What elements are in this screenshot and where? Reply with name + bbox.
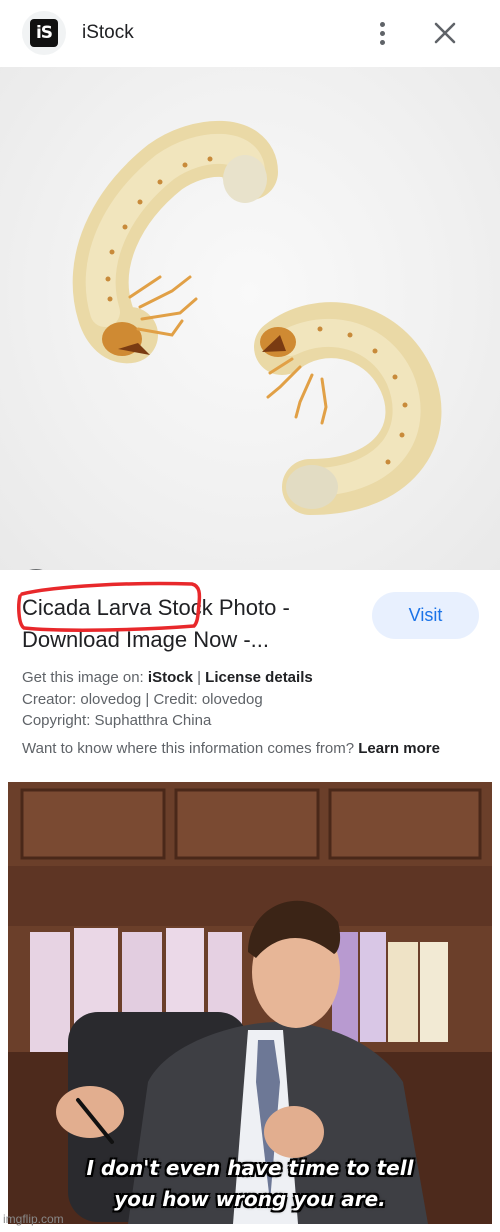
- red-highlight-annotation: [17, 581, 202, 632]
- istock-logo: iS: [22, 11, 66, 55]
- result-image[interactable]: [0, 67, 500, 570]
- istock-logo-mark: iS: [30, 19, 58, 47]
- meme-caption-line1: I don't even have time to tell: [86, 1156, 414, 1180]
- info-source-line: Want to know where this information come…: [22, 738, 440, 760]
- source-line: Get this image on: iStock | License deta…: [22, 667, 440, 689]
- image-viewer-header: iS iStock: [0, 0, 500, 66]
- close-icon[interactable]: [432, 20, 458, 46]
- image-metadata: Get this image on: iStock | License deta…: [22, 667, 440, 759]
- learn-more-link[interactable]: Learn more: [358, 740, 440, 757]
- source-link[interactable]: iStock: [148, 669, 193, 686]
- result-info-panel: Cicada Larva Stock Photo - Download Imag…: [0, 570, 500, 776]
- creator-line: Creator: olovedog | Credit: olovedog: [22, 690, 263, 708]
- get-image-label: Get this image on:: [22, 669, 148, 686]
- visit-button[interactable]: Visit: [372, 592, 479, 639]
- separator: |: [192, 669, 206, 686]
- license-details-link[interactable]: License details: [205, 669, 313, 686]
- site-name[interactable]: iStock: [82, 22, 134, 44]
- meme-image: I don't even have time to tell you how w…: [8, 782, 492, 1224]
- more-vert-icon[interactable]: [368, 18, 396, 48]
- larvae-illustration: [72, 120, 442, 515]
- imgflip-watermark: imgflip.com: [3, 1212, 64, 1226]
- copyright-line: Copyright: Suphatthra China: [22, 712, 212, 729]
- meme-caption-line2: you how wrong you are.: [114, 1187, 386, 1211]
- info-question: Want to know where this information come…: [22, 739, 359, 757]
